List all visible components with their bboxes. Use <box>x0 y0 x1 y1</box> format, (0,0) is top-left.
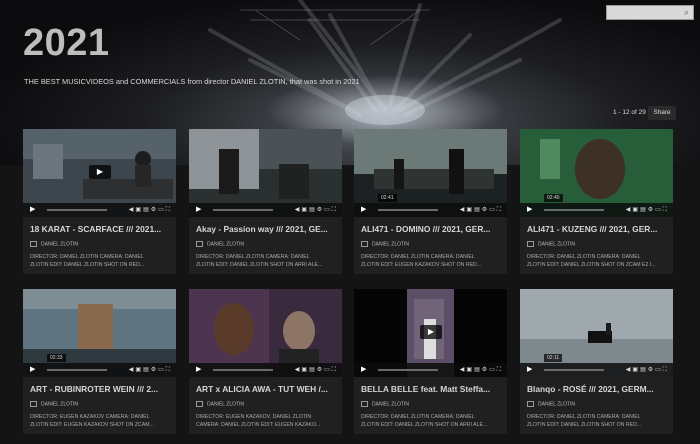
video-card[interactable]: ▶ ◀▣▤⚙▭⛶ Akay - Passion way /// 2021, GE… <box>189 129 342 274</box>
video-thumbnail[interactable]: 02:11 ▶ ◀▣▤⚙▭⛶ <box>520 289 673 377</box>
progress-bar[interactable] <box>544 209 604 211</box>
video-thumbnail[interactable]: ▶ ◀▣▤⚙▭⛶ <box>189 289 342 377</box>
control-icons[interactable]: ◀▣▤⚙▭⛶ <box>460 206 503 214</box>
page-title: 2021 <box>23 22 110 64</box>
author-icon <box>527 241 534 247</box>
video-description: DIRECTOR: DANIEL ZLOTIN CAMERA: DANIEL ZL… <box>527 414 642 428</box>
share-button[interactable]: Share <box>648 106 676 120</box>
control-icons[interactable]: ◀▣▤⚙▭⛶ <box>626 366 669 374</box>
video-thumbnail[interactable]: 02:33 ▶ ◀▣▤⚙▭⛶ <box>23 289 176 377</box>
video-description: DIRECTOR: EUGEN KAZAKOV CAMERA: DANIEL ZL… <box>30 414 154 428</box>
video-title[interactable]: ALI471 - KUZENG /// 2021, GER... <box>527 224 670 234</box>
control-icons[interactable]: ◀▣▤⚙▭⛶ <box>295 366 338 374</box>
progress-bar[interactable] <box>378 209 438 211</box>
progress-bar[interactable] <box>47 369 107 371</box>
video-description: DIRECTOR: DANIEL ZLOTIN CAMERA: DANIEL ZL… <box>527 254 656 268</box>
search-input[interactable]: ⌕ <box>606 5 694 20</box>
video-controls: ▶ ◀▣▤⚙▭⛶ <box>189 363 342 377</box>
video-title[interactable]: BELLA BELLE feat. Matt Steffa... <box>361 384 504 394</box>
control-icons[interactable]: ◀▣▤⚙▭⛶ <box>626 206 669 214</box>
progress-bar[interactable] <box>47 209 107 211</box>
video-author[interactable]: DANIEL ZLOTIN <box>30 401 78 407</box>
video-author[interactable]: DANIEL ZLOTIN <box>30 241 78 247</box>
play-icon[interactable]: ▶ <box>527 206 532 214</box>
duration-badge: 02:33 <box>47 354 66 362</box>
author-icon <box>30 241 37 247</box>
video-thumbnail[interactable]: ▶ ▶ ◀▣▤⚙▭⛶ <box>23 129 176 217</box>
video-description: DIRECTOR: EUGEN KAZAKOV, DANIEL ZLOTIN CA… <box>196 414 321 428</box>
play-icon[interactable]: ▶ <box>30 206 35 214</box>
video-title[interactable]: Akay - Passion way /// 2021, GE... <box>196 224 339 234</box>
video-thumbnail[interactable]: ▶ ▶ ◀▣▤⚙▭⛶ <box>354 289 507 377</box>
play-icon[interactable]: ▶ <box>30 366 35 374</box>
control-icons[interactable]: ◀▣▤⚙▭⛶ <box>129 206 172 214</box>
video-author[interactable]: DANIEL ZLOTIN <box>361 401 409 407</box>
video-controls: ▶ ◀▣▤⚙▭⛶ <box>23 363 176 377</box>
author-icon <box>30 401 37 407</box>
play-icon[interactable]: ▶ <box>361 366 366 374</box>
author-icon <box>196 241 203 247</box>
video-controls: ▶ ◀▣▤⚙▭⛶ <box>23 203 176 217</box>
author-icon <box>361 241 368 247</box>
video-thumbnail[interactable]: 02:41 ▶ ◀▣▤⚙▭⛶ <box>354 129 507 217</box>
video-author[interactable]: DANIEL ZLOTIN <box>527 401 575 407</box>
video-controls: ▶ ◀▣▤⚙▭⛶ <box>189 203 342 217</box>
play-icon[interactable]: ▶ <box>196 366 201 374</box>
video-description: DIRECTOR: DANIEL ZLOTIN CAMERA: DANIEL ZL… <box>361 414 488 428</box>
play-icon[interactable]: ▶ <box>196 206 201 214</box>
author-icon <box>527 401 534 407</box>
duration-badge: 02:41 <box>378 194 397 202</box>
video-card[interactable]: ▶ ◀▣▤⚙▭⛶ ART x ALICIA AWA - TUT WEH /...… <box>189 289 342 434</box>
duration-badge: 02:11 <box>544 354 563 362</box>
video-title[interactable]: 18 KARAT - SCARFACE /// 2021... <box>30 224 173 234</box>
video-controls: ▶ ◀▣▤⚙▭⛶ <box>520 363 673 377</box>
progress-bar[interactable] <box>213 209 273 211</box>
video-description: DIRECTOR: DANIEL ZLOTIN CAMERA: DANIEL ZL… <box>196 254 323 268</box>
video-card[interactable]: ▶ ▶ ◀▣▤⚙▭⛶ BELLA BELLE feat. Matt Steffa… <box>354 289 507 434</box>
duration-badge: 02:40 <box>544 194 563 202</box>
video-controls: ▶ ◀▣▤⚙▭⛶ <box>354 363 507 377</box>
search-icon[interactable]: ⌕ <box>684 7 689 18</box>
video-author[interactable]: DANIEL ZLOTIN <box>527 241 575 247</box>
play-icon[interactable]: ▶ <box>361 206 366 214</box>
author-icon <box>361 401 368 407</box>
video-thumbnail[interactable]: 02:40 ▶ ◀▣▤⚙▭⛶ <box>520 129 673 217</box>
video-controls: ▶ ◀▣▤⚙▭⛶ <box>520 203 673 217</box>
play-icon[interactable]: ▶ <box>89 165 111 179</box>
video-card[interactable]: 02:41 ▶ ◀▣▤⚙▭⛶ ALI471 - DOMINO /// 2021,… <box>354 129 507 274</box>
video-thumbnail[interactable]: ▶ ◀▣▤⚙▭⛶ <box>189 129 342 217</box>
video-card[interactable]: 02:11 ▶ ◀▣▤⚙▭⛶ Blanqo - ROSÉ /// 2021, G… <box>520 289 673 434</box>
video-card[interactable]: 02:33 ▶ ◀▣▤⚙▭⛶ ART - RUBINROTER WEIN ///… <box>23 289 176 434</box>
video-author[interactable]: DANIEL ZLOTIN <box>361 241 409 247</box>
progress-bar[interactable] <box>544 369 604 371</box>
control-icons[interactable]: ◀▣▤⚙▭⛶ <box>129 366 172 374</box>
video-description: DIRECTOR: DANIEL ZLOTIN CAMERA: DANIEL ZL… <box>361 254 482 268</box>
album-description: THE BEST MUSICVIDEOS and COMMERCIALS fro… <box>24 77 360 86</box>
play-icon[interactable]: ▶ <box>527 366 532 374</box>
control-icons[interactable]: ◀▣▤⚙▭⛶ <box>295 206 338 214</box>
video-description: DIRECTOR: DANIEL ZLOTIN CAMERA: DANIEL ZL… <box>30 254 145 268</box>
video-title[interactable]: ART - RUBINROTER WEIN /// 2... <box>30 384 173 394</box>
author-icon <box>196 401 203 407</box>
video-title[interactable]: ALI471 - DOMINO /// 2021, GER... <box>361 224 504 234</box>
progress-bar[interactable] <box>378 369 438 371</box>
video-card[interactable]: ▶ ▶ ◀▣▤⚙▭⛶ 18 KARAT - SCARFACE /// 2021.… <box>23 129 176 274</box>
video-controls: ▶ ◀▣▤⚙▭⛶ <box>354 203 507 217</box>
pagination-info: 1 - 12 of 29 <box>613 109 646 116</box>
control-icons[interactable]: ◀▣▤⚙▭⛶ <box>460 366 503 374</box>
progress-bar[interactable] <box>213 369 273 371</box>
video-title[interactable]: ART x ALICIA AWA - TUT WEH /... <box>196 384 339 394</box>
video-author[interactable]: DANIEL ZLOTIN <box>196 401 244 407</box>
video-title[interactable]: Blanqo - ROSÉ /// 2021, GERM... <box>527 384 670 394</box>
video-author[interactable]: DANIEL ZLOTIN <box>196 241 244 247</box>
video-card[interactable]: 02:40 ▶ ◀▣▤⚙▭⛶ ALI471 - KUZENG /// 2021,… <box>520 129 673 274</box>
play-icon[interactable]: ▶ <box>420 325 442 339</box>
